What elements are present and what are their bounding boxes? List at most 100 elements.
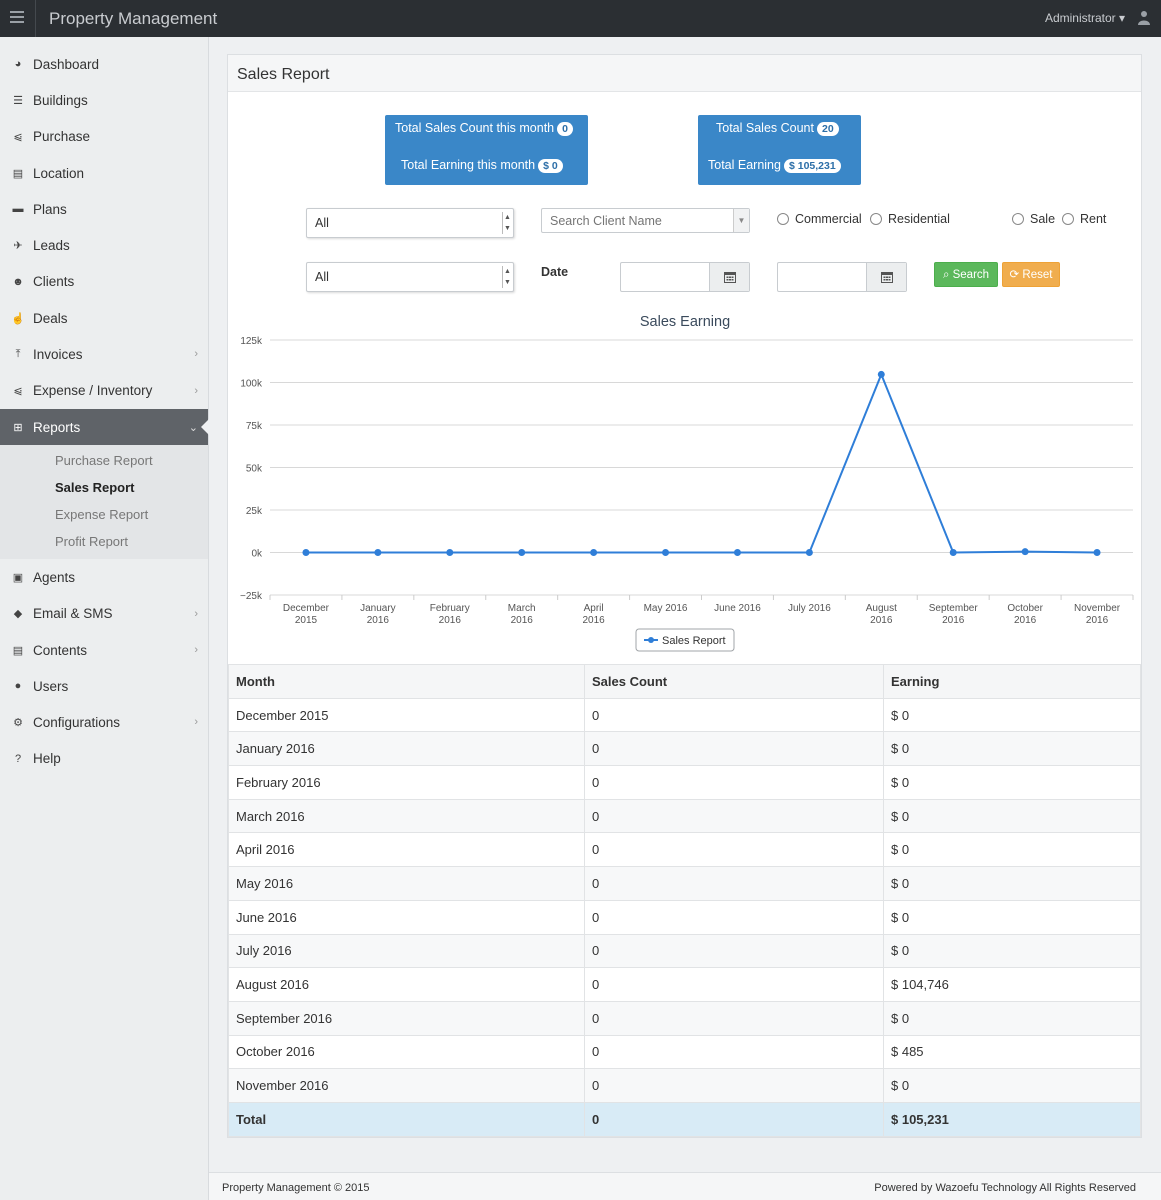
sidebar-item-label: Clients: [33, 274, 75, 290]
sales-count-cell: 0: [584, 967, 884, 1002]
total-count-label: Total Sales Count: [716, 121, 814, 135]
sales-count-cell: 0: [584, 697, 884, 733]
sidebar-item-reports[interactable]: ⊞ Reports ⌄: [0, 408, 209, 446]
radio-rent-label: Rent: [1080, 212, 1107, 226]
total-stats-box: Total Sales Count 20 Total Earning $ 105,2…: [698, 115, 861, 185]
date-from-input[interactable]: [620, 262, 750, 292]
submenu-item-sales-report[interactable]: Sales Report: [0, 474, 208, 501]
radio-sale-label: Sale: [1030, 212, 1056, 226]
month-earning-stat: Total Earning this month $ 0: [401, 158, 563, 173]
total-earning-label: Total Earning: [708, 158, 781, 172]
radio-commercial[interactable]: Commercial: [777, 212, 862, 226]
month-cell: September 2016: [228, 1000, 585, 1036]
month-cell: April 2016: [228, 832, 585, 868]
sidebar-item-invoices[interactable]: ⤒ Invoices ›: [0, 336, 208, 372]
data-point[interactable]: [662, 549, 670, 556]
sidebar-item-deals[interactable]: ☝ Deals: [0, 300, 208, 336]
header-sales-count[interactable]: Sales Count: [584, 664, 884, 699]
chevron-down-icon[interactable]: ▼: [733, 209, 749, 232]
header-earning[interactable]: Earning: [883, 664, 1141, 699]
sidebar-item-label: Reports: [33, 419, 81, 435]
chart-legend[interactable]: Sales Report: [635, 628, 735, 652]
brand-title[interactable]: Property Management: [49, 9, 217, 29]
shield-icon: ◆: [13, 608, 23, 621]
newspaper-icon: ▤: [12, 644, 24, 657]
reset-button[interactable]: ⟳ Reset: [1002, 262, 1060, 287]
sidebar-item-agents[interactable]: ▣ Agents: [0, 559, 208, 595]
property-type-select-value: All: [315, 216, 329, 230]
submenu-item-profit-report[interactable]: Profit Report: [0, 528, 208, 555]
user-menu-dropdown[interactable]: Administrator ▾: [1045, 11, 1125, 25]
question-circle-icon: ?: [14, 752, 22, 765]
sidebar-item-plans[interactable]: ▬ Plans: [0, 191, 208, 227]
month-cell: May 2016: [228, 866, 585, 901]
date-to-input[interactable]: [777, 262, 907, 292]
table-row: November 2016 0 $ 0: [228, 1068, 1141, 1103]
thumbs-up-icon: ☝: [11, 312, 25, 325]
calendar-icon[interactable]: [866, 263, 906, 291]
earning-cell: $ 104,746: [883, 967, 1141, 1002]
reset-button-label: Reset: [1022, 269, 1053, 281]
data-point[interactable]: [518, 549, 526, 556]
client-search-input[interactable]: [542, 209, 732, 232]
earning-cell: $ 0: [883, 1068, 1141, 1103]
sales-count-cell: 0: [584, 1000, 884, 1036]
sidebar-item-label: Plans: [33, 201, 67, 217]
sales-count-cell: 0: [584, 832, 884, 868]
client-search-select[interactable]: ▼: [541, 208, 750, 233]
sidebar-item-help[interactable]: ? Help: [0, 741, 208, 777]
data-point[interactable]: [805, 549, 813, 556]
table-total-row: Total 0 $ 105,231: [228, 1101, 1141, 1137]
earning-cell: $ 0: [883, 798, 1141, 834]
radio-rent[interactable]: Rent: [1062, 212, 1106, 226]
month-cell: March 2016: [228, 798, 585, 834]
status-select[interactable]: All ▲ ▼: [306, 262, 514, 292]
data-point[interactable]: [590, 549, 598, 556]
property-type-select[interactable]: All ▲ ▼: [306, 208, 514, 238]
radio-sale[interactable]: Sale: [1012, 212, 1055, 226]
table-row: March 2016 0 $ 0: [228, 798, 1141, 834]
radio-residential[interactable]: Residential: [870, 212, 950, 226]
sales-count-cell: 0: [584, 765, 884, 800]
sidebar-item-expense-inventory[interactable]: ⩿ Expense / Inventory ›: [0, 373, 208, 409]
sidebar-item-label: Dashboard: [33, 56, 100, 72]
submenu-item-expense-report[interactable]: Expense Report: [0, 501, 208, 528]
page-title: Sales Report: [228, 55, 1141, 92]
sidebar-item-clients[interactable]: ☻ Clients: [0, 264, 208, 300]
sidebar-item-leads[interactable]: ✈ Leads: [0, 227, 208, 263]
series-line: [305, 371, 1098, 554]
sidebar-item-purchase[interactable]: ⩿ Purchase: [0, 119, 208, 155]
data-point[interactable]: [949, 549, 957, 556]
cart-icon: ⩿: [13, 131, 23, 144]
sidebar-item-buildings[interactable]: ☰ Buildings: [0, 82, 208, 118]
data-point[interactable]: [302, 549, 310, 556]
data-point[interactable]: [1093, 549, 1101, 556]
sidebar-item-contents[interactable]: ▤ Contents ›: [0, 632, 208, 668]
radio-circle[interactable]: [777, 213, 789, 225]
data-point[interactable]: [446, 549, 454, 556]
sidebar-item-location[interactable]: ▤ Location: [0, 155, 208, 191]
x-tick-label: September 2016: [929, 603, 979, 626]
user-icon[interactable]: [1137, 10, 1151, 26]
sidebar-item-label: Leads: [33, 238, 70, 254]
data-point[interactable]: [733, 549, 741, 556]
search-button[interactable]: ⌕ Search: [934, 262, 998, 287]
x-tick-label: August 2016: [866, 603, 897, 626]
radio-circle[interactable]: [870, 213, 882, 225]
sidebar-item-configurations[interactable]: ⚙ Configurations ›: [0, 704, 208, 740]
sales-count-cell: 0: [584, 933, 884, 969]
calendar-icon[interactable]: [709, 263, 749, 291]
sidebar-item-dashboard[interactable]: ◕ Dashboard: [0, 46, 208, 82]
data-point[interactable]: [374, 549, 382, 556]
header-month[interactable]: Month: [228, 664, 585, 699]
dashboard-icon: ◕: [14, 58, 22, 71]
hamburger-menu-icon[interactable]: [10, 11, 24, 23]
radio-circle[interactable]: [1062, 213, 1074, 225]
radio-circle[interactable]: [1012, 213, 1024, 225]
data-point[interactable]: [877, 370, 885, 378]
sidebar-item-email-sms[interactable]: ◆ Email & SMS ›: [0, 596, 208, 632]
sales-count-cell: 0: [584, 899, 884, 935]
sidebar-item-users[interactable]: ● Users: [0, 668, 208, 704]
data-point[interactable]: [1021, 548, 1029, 556]
submenu-item-purchase-report[interactable]: Purchase Report: [0, 447, 208, 474]
